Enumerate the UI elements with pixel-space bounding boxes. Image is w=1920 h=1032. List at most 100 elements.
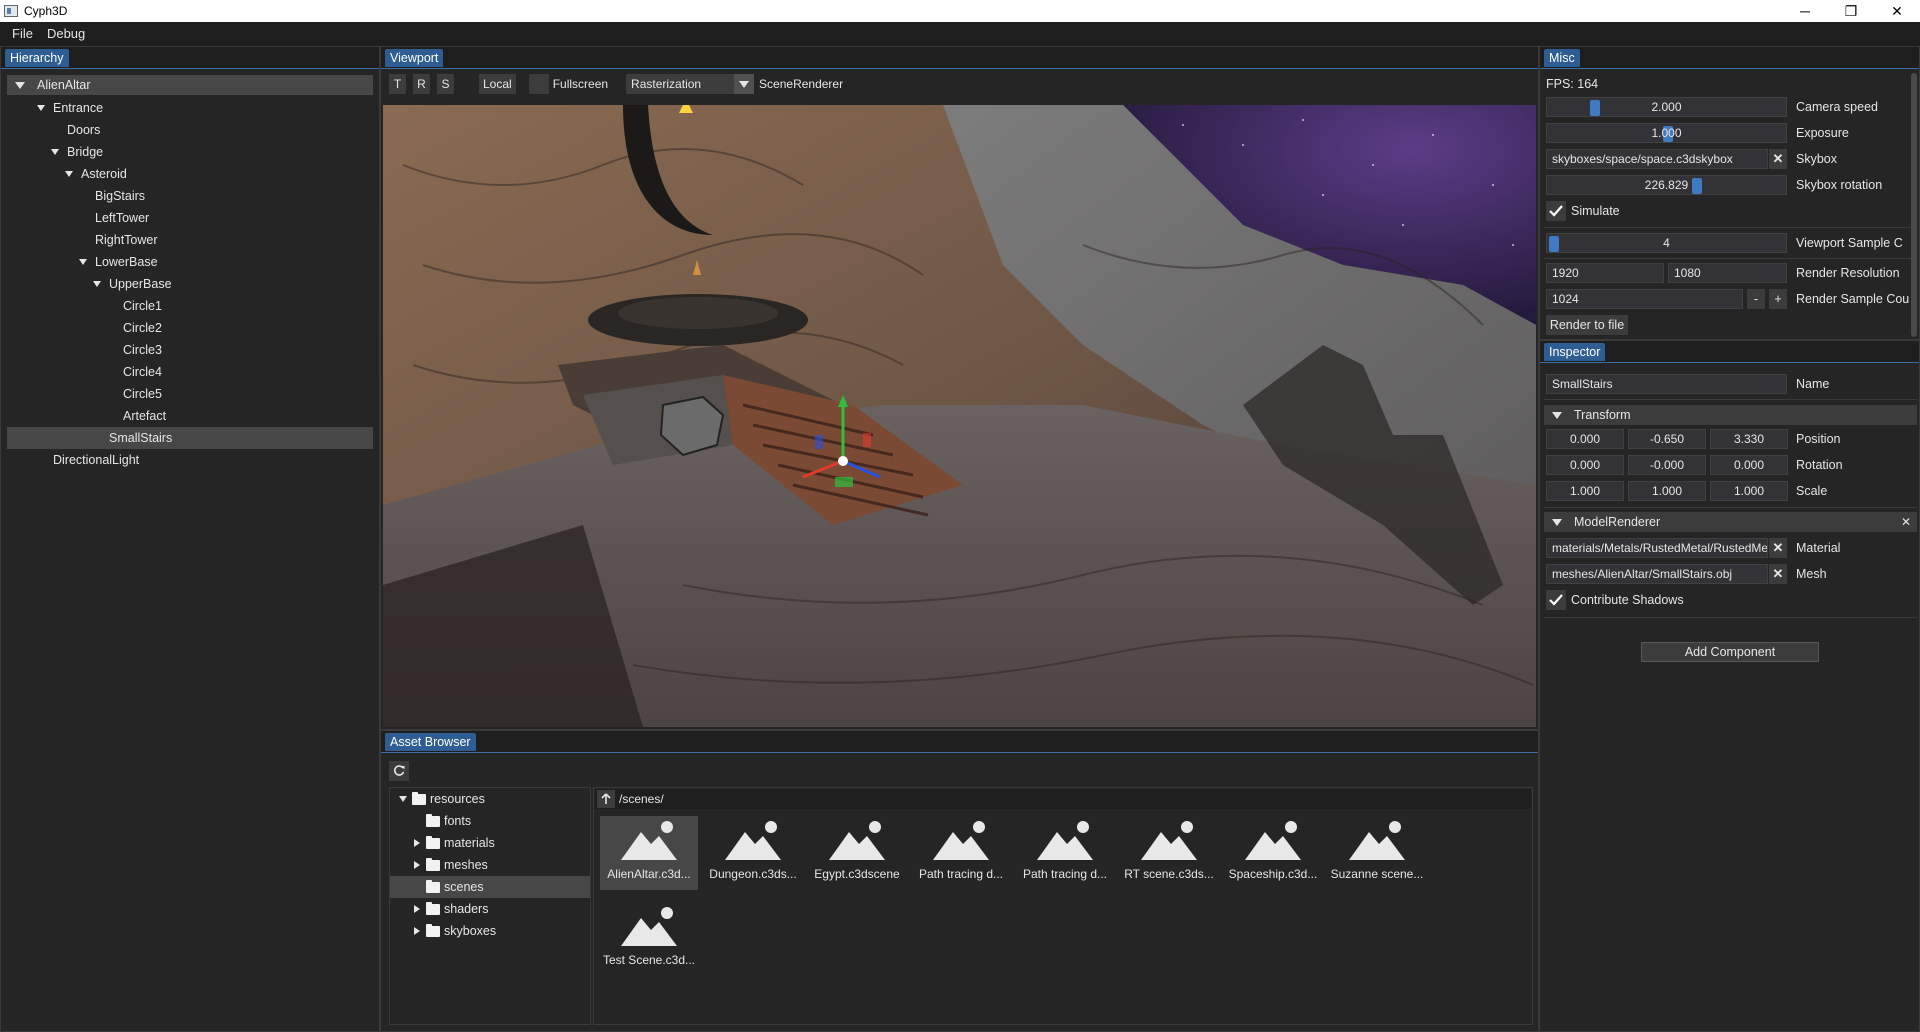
- exposure-slider[interactable]: 1.000: [1546, 123, 1787, 143]
- clear-material-button[interactable]: ✕: [1769, 538, 1787, 558]
- folder-item[interactable]: skyboxes: [390, 920, 590, 942]
- transform-header[interactable]: Transform: [1544, 405, 1917, 425]
- tab-inspector[interactable]: Inspector: [1544, 343, 1606, 361]
- scale-z-field[interactable]: 1.000: [1710, 481, 1788, 501]
- folder-item[interactable]: fonts: [390, 810, 590, 832]
- scale-gizmo-button[interactable]: S: [437, 74, 454, 94]
- increment-button[interactable]: +: [1769, 289, 1787, 309]
- hierarchy-item[interactable]: Bridge: [1, 141, 379, 163]
- translate-gizmo-button[interactable]: T: [389, 74, 406, 94]
- skybox-field[interactable]: skyboxes/space/space.c3dskybox: [1546, 149, 1768, 169]
- tab-hierarchy[interactable]: Hierarchy: [5, 49, 69, 67]
- folder-item[interactable]: materials: [390, 832, 590, 854]
- expand-arrow-icon[interactable]: [396, 796, 410, 802]
- expand-arrow-icon[interactable]: [93, 281, 101, 287]
- maximize-button[interactable]: ❐: [1828, 0, 1874, 22]
- viewport-samples-slider[interactable]: 4: [1546, 233, 1787, 253]
- fullscreen-checkbox[interactable]: [528, 74, 549, 94]
- hierarchy-item[interactable]: DirectionalLight: [1, 449, 379, 471]
- refresh-button[interactable]: [389, 761, 409, 781]
- asset-file[interactable]: Suzanne scene...: [1328, 816, 1426, 890]
- hierarchy-item[interactable]: Artefact: [1, 405, 379, 427]
- slider-grab[interactable]: [1549, 236, 1559, 252]
- asset-file[interactable]: Spaceship.c3d...: [1224, 816, 1322, 890]
- collapsed-arrow-icon[interactable]: [410, 905, 424, 913]
- hierarchy-item[interactable]: Circle4: [1, 361, 379, 383]
- collapsed-arrow-icon[interactable]: [410, 927, 424, 935]
- folder-item[interactable]: scenes: [390, 876, 590, 898]
- expand-arrow-icon[interactable]: [51, 149, 59, 155]
- material-field[interactable]: materials/Metals/RustedMetal/RustedMe: [1546, 538, 1768, 558]
- menu-file[interactable]: File: [5, 26, 40, 41]
- hierarchy-item[interactable]: LowerBase: [1, 251, 379, 273]
- asset-file[interactable]: Egypt.c3dscene: [808, 816, 906, 890]
- position-y-field[interactable]: -0.650: [1628, 429, 1706, 449]
- skybox-rotation-slider[interactable]: 226.829: [1546, 175, 1787, 195]
- render-to-file-button[interactable]: Render to file: [1546, 315, 1628, 335]
- tab-viewport[interactable]: Viewport: [385, 49, 444, 67]
- position-x-field[interactable]: 0.000: [1546, 429, 1624, 449]
- mesh-field[interactable]: meshes/AlienAltar/SmallStairs.obj: [1546, 564, 1768, 584]
- expand-arrow-icon[interactable]: [37, 105, 45, 111]
- expand-arrow-icon[interactable]: [15, 81, 25, 89]
- simulate-checkbox[interactable]: [1546, 201, 1566, 221]
- render-samples-field[interactable]: 1024: [1546, 289, 1743, 309]
- up-directory-button[interactable]: [597, 790, 615, 808]
- decrement-button[interactable]: -: [1747, 289, 1765, 309]
- model-renderer-header[interactable]: ModelRenderer ✕: [1544, 512, 1917, 532]
- expand-arrow-icon[interactable]: [79, 259, 87, 265]
- tab-asset-browser[interactable]: Asset Browser: [385, 733, 476, 751]
- hierarchy-root[interactable]: AlienAltar: [7, 75, 373, 95]
- hierarchy-item[interactable]: Entrance: [1, 97, 379, 119]
- clear-skybox-button[interactable]: ✕: [1769, 149, 1787, 169]
- asset-file[interactable]: Test Scene.c3d...: [600, 902, 698, 976]
- hierarchy-item[interactable]: LeftTower: [1, 207, 379, 229]
- slider-grab[interactable]: [1692, 178, 1702, 194]
- expand-arrow-icon[interactable]: [65, 171, 73, 177]
- hierarchy-item[interactable]: Circle3: [1, 339, 379, 361]
- render-height-field[interactable]: 1080: [1668, 263, 1787, 283]
- hierarchy-item[interactable]: Circle2: [1, 317, 379, 339]
- hierarchy-item[interactable]: RightTower: [1, 229, 379, 251]
- rotate-gizmo-button[interactable]: R: [413, 74, 430, 94]
- hierarchy-item[interactable]: Circle5: [1, 383, 379, 405]
- rotation-x-field[interactable]: 0.000: [1546, 455, 1624, 475]
- name-field[interactable]: SmallStairs: [1546, 374, 1787, 394]
- slider-grab[interactable]: [1589, 100, 1600, 116]
- scene-view[interactable]: [383, 105, 1536, 727]
- scale-x-field[interactable]: 1.000: [1546, 481, 1624, 501]
- hierarchy-item[interactable]: Asteroid: [1, 163, 379, 185]
- hierarchy-item[interactable]: Doors: [1, 119, 379, 141]
- menu-debug[interactable]: Debug: [40, 26, 92, 41]
- camera-speed-slider[interactable]: 2.000: [1546, 97, 1787, 117]
- position-z-field[interactable]: 3.330: [1710, 429, 1788, 449]
- minimize-button[interactable]: ─: [1782, 0, 1828, 22]
- tab-misc[interactable]: Misc: [1544, 49, 1580, 67]
- close-window-button[interactable]: ✕: [1874, 0, 1920, 22]
- scale-y-field[interactable]: 1.000: [1628, 481, 1706, 501]
- hierarchy-item[interactable]: UpperBase: [1, 273, 379, 295]
- renderer-mode-select[interactable]: Rasterization: [626, 74, 755, 94]
- folder-item[interactable]: resources: [390, 788, 590, 810]
- add-component-button[interactable]: Add Component: [1641, 642, 1819, 662]
- hierarchy-item[interactable]: SmallStairs: [7, 427, 373, 449]
- rotation-y-field[interactable]: -0.000: [1628, 455, 1706, 475]
- collapsed-arrow-icon[interactable]: [410, 839, 424, 847]
- misc-scrollbar[interactable]: [1911, 73, 1917, 337]
- clear-mesh-button[interactable]: ✕: [1769, 564, 1787, 584]
- rotation-z-field[interactable]: 0.000: [1710, 455, 1788, 475]
- contribute-shadows-checkbox[interactable]: [1546, 590, 1566, 610]
- render-width-field[interactable]: 1920: [1546, 263, 1664, 283]
- asset-file[interactable]: Path tracing d...: [912, 816, 1010, 890]
- asset-file[interactable]: Path tracing d...: [1016, 816, 1114, 890]
- local-space-button[interactable]: Local: [479, 74, 516, 94]
- asset-file[interactable]: RT scene.c3ds...: [1120, 816, 1218, 890]
- remove-component-icon[interactable]: ✕: [1901, 515, 1911, 529]
- asset-file[interactable]: AlienAltar.c3d...: [600, 816, 698, 890]
- collapsed-arrow-icon[interactable]: [410, 861, 424, 869]
- hierarchy-item[interactable]: Circle1: [1, 295, 379, 317]
- folder-item[interactable]: shaders: [390, 898, 590, 920]
- folder-item[interactable]: meshes: [390, 854, 590, 876]
- asset-file[interactable]: Dungeon.c3ds...: [704, 816, 802, 890]
- hierarchy-item[interactable]: BigStairs: [1, 185, 379, 207]
